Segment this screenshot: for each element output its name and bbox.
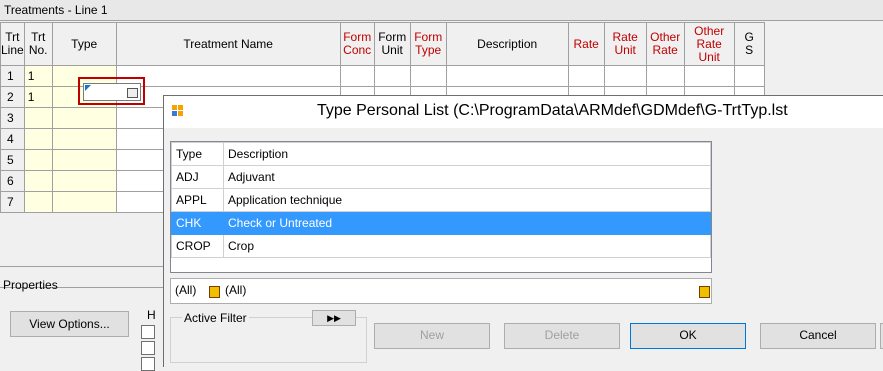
- properties-panel: Properties View Options... H: [0, 266, 175, 371]
- option-checkbox-2[interactable]: [141, 341, 155, 355]
- grid-cell[interactable]: [51, 191, 117, 213]
- window-title-bar: Treatments - Line 1: [0, 0, 883, 21]
- properties-partial-label: H: [147, 308, 156, 322]
- trt-line-cell[interactable]: 7: [0, 191, 25, 213]
- trt-line-cell[interactable]: 6: [0, 170, 25, 192]
- list-item-type: ADJ: [171, 165, 224, 189]
- column-header[interactable]: Other Rate: [645, 22, 685, 66]
- list-item[interactable]: CHK Check or Untreated: [171, 211, 711, 235]
- properties-label: Properties: [3, 278, 58, 292]
- trt-no-cell[interactable]: [23, 107, 53, 129]
- cancel-button[interactable]: Cancel: [760, 323, 876, 349]
- column-header[interactable]: Description: [445, 22, 569, 66]
- list-item[interactable]: ADJ Adjuvant: [171, 165, 711, 189]
- filter-row: (All) (All): [170, 278, 712, 304]
- list-item-description: Crop: [223, 234, 711, 258]
- grid-header-row: Trt Line Trt No. Type Treatment Name Form Co…: [0, 22, 765, 66]
- column-header[interactable]: Rate Unit: [603, 22, 647, 66]
- delete-button[interactable]: Delete: [504, 323, 620, 349]
- trt-line-cell[interactable]: 2: [0, 86, 25, 108]
- active-filter-label: Active Filter: [182, 311, 249, 325]
- column-header[interactable]: Form Unit: [373, 22, 411, 66]
- properties-header: Properties: [0, 267, 170, 292]
- column-header[interactable]: G S: [733, 22, 765, 66]
- app-icon: [172, 105, 184, 117]
- list-header-row: Type Description: [171, 142, 711, 166]
- trt-line-cell[interactable]: 1: [0, 65, 25, 87]
- filter-icon[interactable]: [209, 286, 220, 298]
- list-item-description: Application technique: [223, 188, 711, 212]
- type-cell-editor[interactable]: [83, 83, 141, 101]
- trt-line-cell[interactable]: 3: [0, 107, 25, 129]
- grid-cell[interactable]: [339, 65, 375, 87]
- trt-no-cell[interactable]: 1: [23, 65, 53, 87]
- trt-line-cell[interactable]: 5: [0, 149, 25, 171]
- type-filter-value[interactable]: (All): [175, 283, 196, 297]
- grid-cell[interactable]: [51, 170, 117, 192]
- option-checkbox-3[interactable]: [141, 357, 155, 371]
- grid-cell[interactable]: [409, 65, 447, 87]
- type-list[interactable]: Type Description ADJ Adjuvant APPL Applicat…: [170, 141, 712, 273]
- grid-cell[interactable]: [567, 65, 605, 87]
- grid-cell[interactable]: [51, 149, 117, 171]
- view-options-button[interactable]: View Options...: [10, 311, 129, 337]
- ok-button[interactable]: OK: [630, 323, 746, 349]
- list-item-description: Check or Untreated: [223, 211, 711, 235]
- filter-icon[interactable]: [699, 286, 710, 298]
- grid-cell[interactable]: [683, 65, 735, 87]
- column-header[interactable]: Form Type: [409, 22, 447, 66]
- grid-cell[interactable]: [51, 107, 117, 129]
- trt-no-cell[interactable]: [23, 149, 53, 171]
- trt-no-cell[interactable]: [23, 170, 53, 192]
- new-button[interactable]: New: [374, 323, 490, 349]
- window-title: Treatments - Line 1: [4, 3, 108, 17]
- grid-cell[interactable]: [51, 128, 117, 150]
- list-item-type: CHK: [171, 211, 224, 235]
- trt-no-cell[interactable]: [23, 128, 53, 150]
- grid-cell[interactable]: [445, 65, 569, 87]
- type-personal-list-dialog: Type Personal List (C:\ProgramData\ARMde…: [163, 95, 883, 367]
- column-header-description[interactable]: Description: [223, 142, 711, 166]
- trt-line-cell[interactable]: 4: [0, 128, 25, 150]
- trt-no-cell[interactable]: 1: [23, 86, 53, 108]
- dropdown-icon[interactable]: [127, 88, 138, 98]
- list-item-description: Adjuvant: [223, 165, 711, 189]
- edit-marker-icon: [85, 85, 91, 91]
- column-header[interactable]: Treatment Name: [115, 22, 341, 66]
- trt-no-cell[interactable]: [23, 191, 53, 213]
- dialog-title: Type Personal List (C:\ProgramData\ARMde…: [317, 102, 788, 119]
- column-header[interactable]: Other Rate Unit: [683, 22, 735, 66]
- grid-cell[interactable]: [373, 65, 411, 87]
- dialog-title-bar: Type Personal List (C:\ProgramData\ARMde…: [164, 96, 883, 128]
- list-item-type: CROP: [171, 234, 224, 258]
- column-header[interactable]: Trt No.: [23, 22, 53, 66]
- column-header[interactable]: Type: [51, 22, 117, 66]
- grid-cell[interactable]: [115, 65, 341, 87]
- list-item-type: APPL: [171, 188, 224, 212]
- column-header-type[interactable]: Type: [171, 142, 224, 166]
- column-header[interactable]: Form Conc: [339, 22, 375, 66]
- column-header[interactable]: Rate: [567, 22, 605, 66]
- grid-cell[interactable]: [733, 65, 765, 87]
- grid-cell[interactable]: [603, 65, 647, 87]
- list-item[interactable]: APPL Application technique: [171, 188, 711, 212]
- column-header[interactable]: Trt Line: [0, 22, 25, 66]
- grid-cell[interactable]: [645, 65, 685, 87]
- option-checkbox-1[interactable]: [141, 325, 155, 339]
- list-item[interactable]: CROP Crop: [171, 234, 711, 258]
- fast-forward-icon[interactable]: ▶▶: [312, 310, 356, 326]
- description-filter-value[interactable]: (All): [225, 283, 246, 297]
